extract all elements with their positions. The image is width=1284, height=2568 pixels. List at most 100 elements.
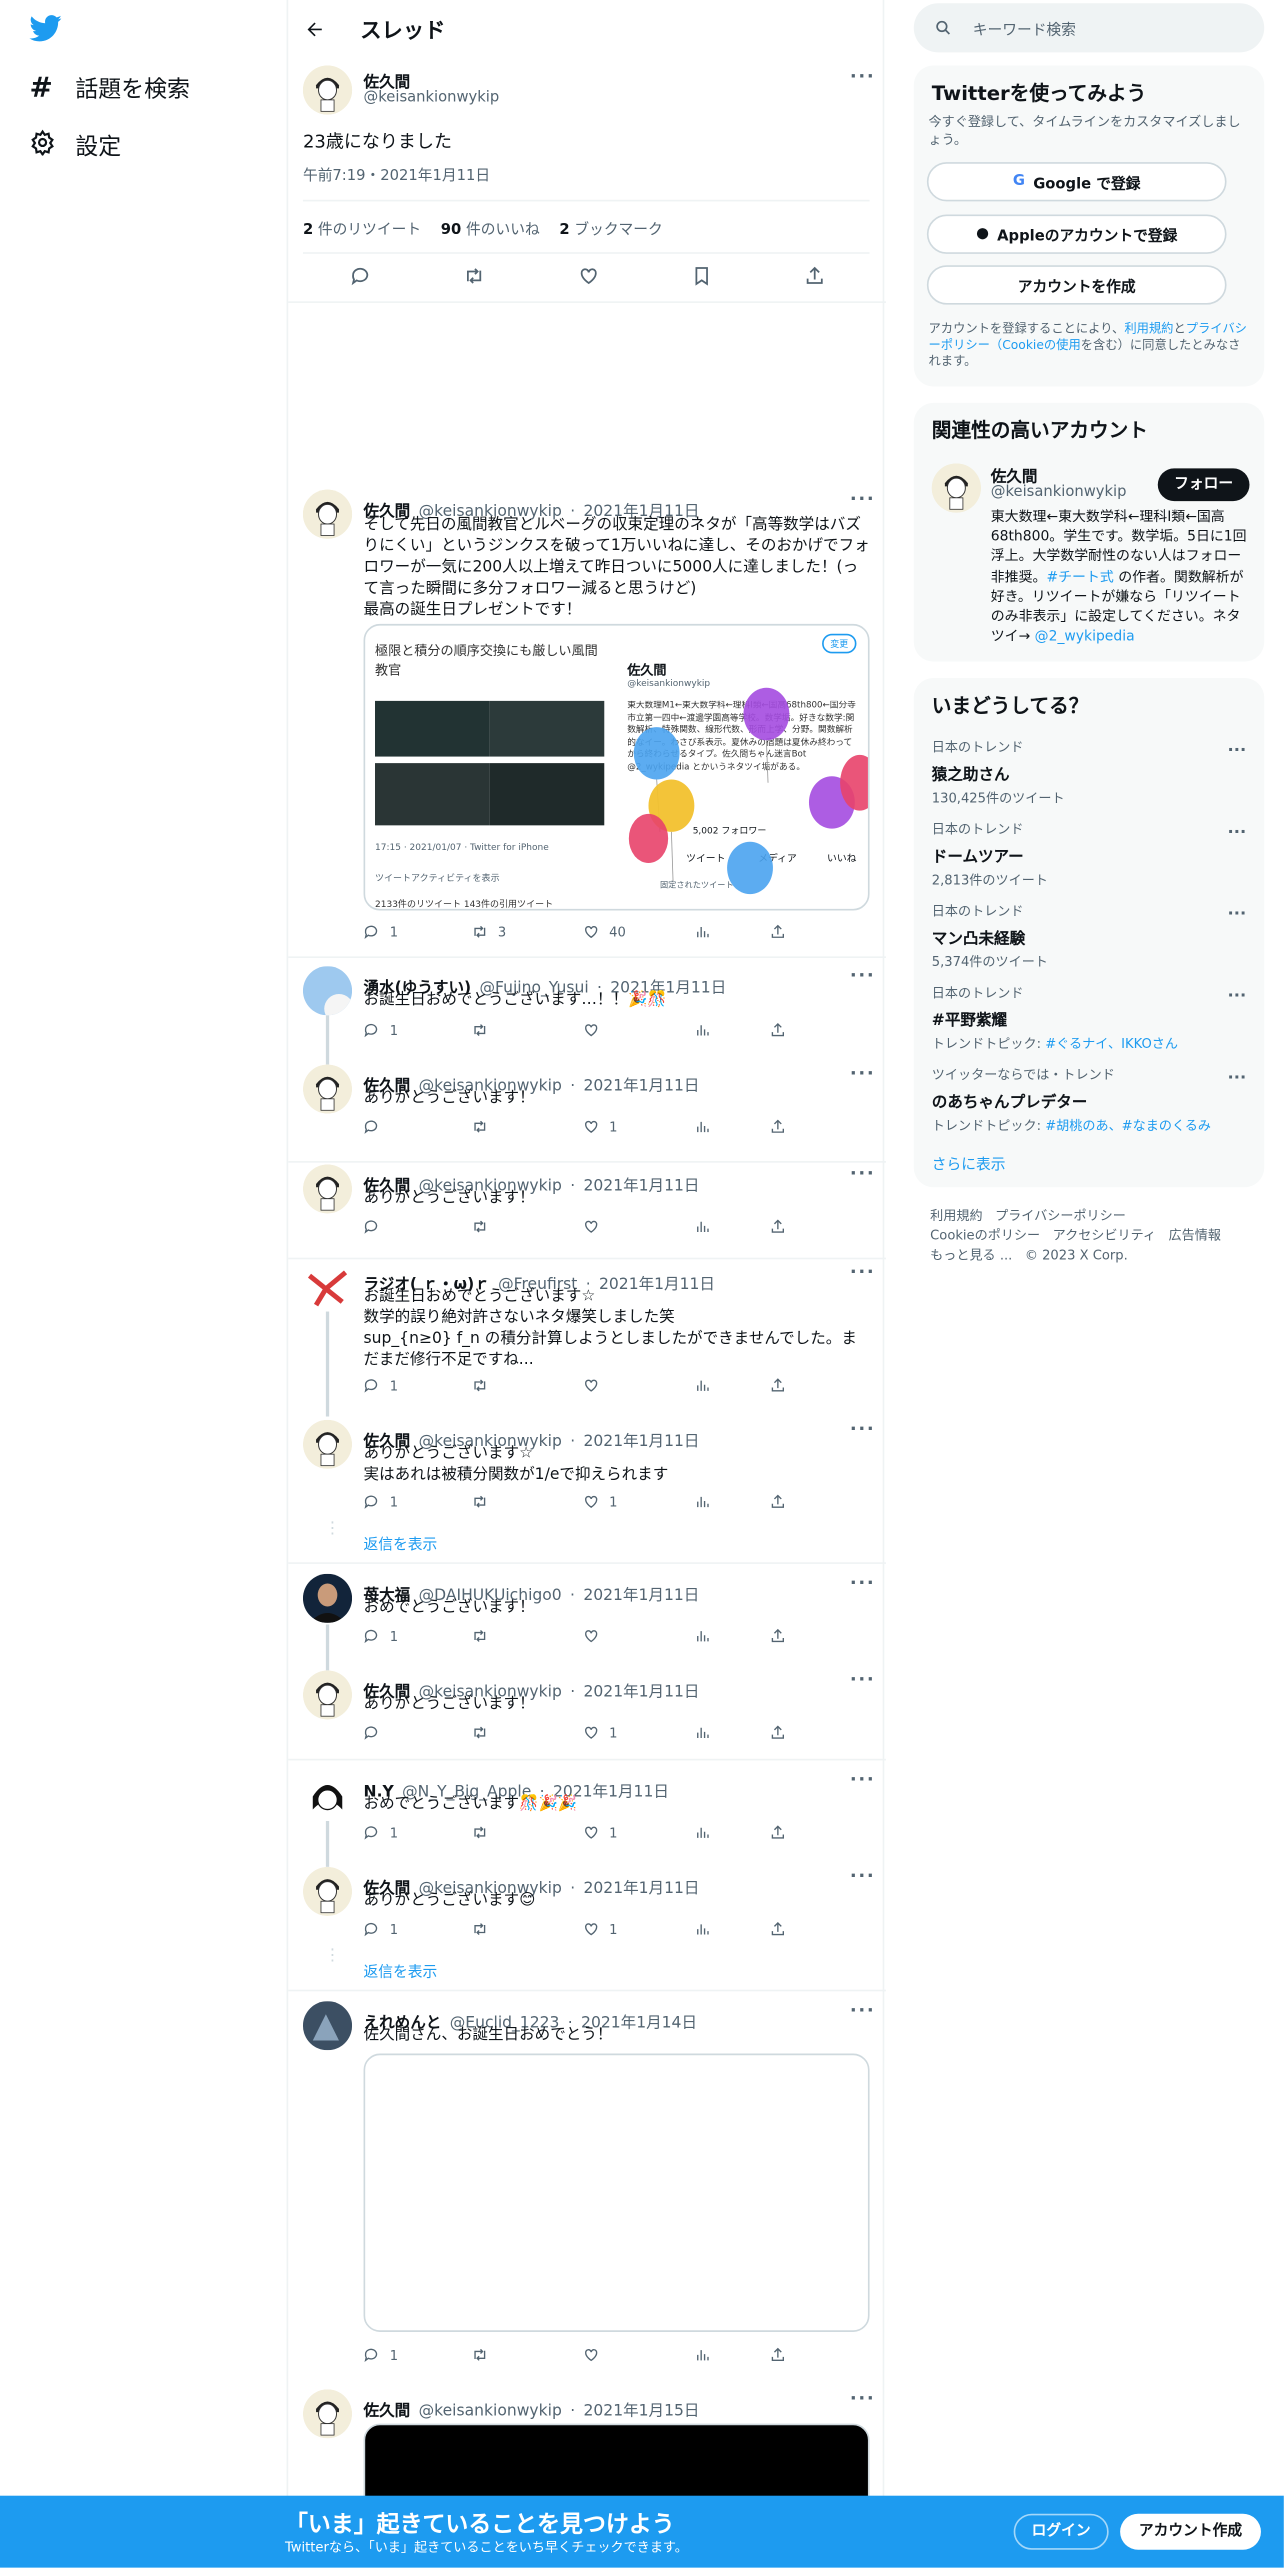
- reply-icon[interactable]: [364, 2347, 380, 2363]
- share-icon[interactable]: [770, 1022, 786, 1038]
- retweet-icon[interactable]: [472, 924, 488, 940]
- share-icon[interactable]: [770, 1628, 786, 1644]
- reply-icon[interactable]: [364, 1118, 380, 1134]
- share-icon[interactable]: [770, 1724, 786, 1740]
- more-icon[interactable]: ···: [850, 965, 875, 986]
- avatar[interactable]: [302, 65, 353, 115]
- views-icon[interactable]: [694, 1628, 710, 1644]
- more-icon[interactable]: ···: [1228, 906, 1247, 924]
- more-icon[interactable]: ···: [850, 2388, 875, 2409]
- footer-link[interactable]: アクセシビリティ: [1053, 1228, 1156, 1243]
- avatar[interactable]: [302, 1770, 353, 1820]
- avatar[interactable]: [302, 1573, 353, 1623]
- retweet-action[interactable]: [472, 1921, 498, 1937]
- avatar[interactable]: [302, 966, 353, 1016]
- share-action[interactable]: [770, 1921, 786, 1937]
- google-signup-button[interactable]: G Google で登録: [926, 162, 1227, 202]
- like-action[interactable]: [583, 2347, 609, 2363]
- views-action[interactable]: [694, 1724, 710, 1740]
- reply-action[interactable]: 1: [364, 1921, 398, 1937]
- like-action[interactable]: 1: [583, 1824, 618, 1840]
- share-icon[interactable]: [770, 2347, 786, 2363]
- retweet-action[interactable]: [472, 1628, 498, 1644]
- share-action[interactable]: [770, 1022, 786, 1038]
- share-icon[interactable]: [804, 265, 825, 286]
- like-icon[interactable]: [583, 924, 599, 940]
- share-action[interactable]: [770, 1118, 786, 1134]
- like-icon[interactable]: [577, 265, 598, 286]
- share-icon[interactable]: [770, 1118, 786, 1134]
- views-action[interactable]: [694, 1377, 710, 1393]
- views-icon[interactable]: [694, 2347, 710, 2363]
- avatar[interactable]: [302, 2389, 353, 2439]
- footer-link[interactable]: Cookieのポリシー: [930, 1228, 1040, 1243]
- reply-action[interactable]: 1: [364, 924, 398, 940]
- signup-button[interactable]: アカウント作成: [1120, 2513, 1261, 2550]
- avatar[interactable]: [931, 463, 981, 513]
- reply-icon[interactable]: [364, 924, 380, 940]
- search-input[interactable]: キーワード検索: [913, 3, 1265, 53]
- retweet-action[interactable]: [472, 1493, 498, 1509]
- reply-icon[interactable]: [364, 1921, 380, 1937]
- share-icon[interactable]: [770, 1493, 786, 1509]
- nav-explore[interactable]: # 話題を検索: [29, 72, 189, 105]
- show-replies-link[interactable]: 返信を表示: [364, 1960, 438, 1981]
- more-icon[interactable]: ···: [850, 1261, 875, 1282]
- like-action[interactable]: 1: [583, 1921, 618, 1937]
- trend-item[interactable]: 日本のトレンド 猿之助さん 130,425件のツイート ···: [932, 739, 1246, 808]
- more-icon[interactable]: ···: [1228, 742, 1247, 760]
- share-action[interactable]: [770, 1628, 786, 1644]
- footer-link[interactable]: プライバシーポリシー: [995, 1209, 1126, 1224]
- related-handle[interactable]: @keisankionwykip: [991, 485, 1127, 501]
- trend-item[interactable]: 日本のトレンド ドームツアー 2,813件のツイート ···: [932, 820, 1246, 889]
- back-arrow-icon[interactable]: [305, 15, 325, 46]
- views-icon[interactable]: [694, 1724, 710, 1740]
- hashtag-link[interactable]: #チート式: [1046, 569, 1113, 585]
- author-handle[interactable]: @keisankionwykip: [419, 2402, 562, 2420]
- footer-link[interactable]: 利用規約: [930, 1209, 982, 1224]
- views-icon[interactable]: [694, 1022, 710, 1038]
- retweet-action[interactable]: 3: [472, 924, 506, 940]
- twitter-logo-icon[interactable]: [29, 15, 62, 49]
- show-replies-link[interactable]: 返信を表示: [364, 1533, 438, 1554]
- more-icon[interactable]: ···: [850, 1163, 875, 1184]
- retweet-action[interactable]: [472, 1377, 498, 1393]
- retweet-action[interactable]: [472, 1824, 498, 1840]
- reply-icon[interactable]: [364, 1628, 380, 1644]
- views-icon[interactable]: [694, 1493, 710, 1509]
- trend-item[interactable]: 日本のトレンド #平野紫耀 トレンドトピック: #ぐるナイ、IKKOさん ···: [932, 984, 1246, 1053]
- reply-icon[interactable]: [364, 1724, 380, 1740]
- retweet-icon[interactable]: [472, 2347, 488, 2363]
- more-icon[interactable]: ···: [850, 1865, 875, 1886]
- views-action[interactable]: [694, 1628, 710, 1644]
- trend-item[interactable]: 日本のトレンド マン凸未経験 5,374件のツイート ···: [932, 902, 1246, 971]
- views-action[interactable]: [694, 924, 710, 940]
- like-action[interactable]: 1: [583, 1493, 618, 1509]
- more-icon[interactable]: ···: [850, 1572, 875, 1593]
- reply-action[interactable]: 1: [364, 1824, 398, 1840]
- follow-button[interactable]: フォロー: [1157, 468, 1250, 502]
- reply-icon[interactable]: [364, 1377, 380, 1393]
- views-action[interactable]: [694, 2347, 710, 2363]
- share-action[interactable]: [770, 1218, 786, 1234]
- like-icon[interactable]: [583, 1493, 599, 1509]
- author-name[interactable]: 佐久間: [364, 2402, 411, 2420]
- reply-action[interactable]: 1: [364, 1493, 398, 1509]
- share-action[interactable]: [770, 1824, 786, 1840]
- retweet-action[interactable]: [472, 1218, 498, 1234]
- share-action[interactable]: [770, 924, 786, 940]
- terms-link[interactable]: 利用規約: [1124, 321, 1173, 336]
- login-button[interactable]: ログイン: [1013, 2513, 1109, 2550]
- share-icon[interactable]: [770, 1218, 786, 1234]
- share-icon[interactable]: [770, 1377, 786, 1393]
- related-name[interactable]: 佐久間: [991, 463, 1038, 486]
- reply-icon[interactable]: [364, 1824, 380, 1840]
- like-stat[interactable]: 90 件のいいね: [441, 218, 540, 239]
- views-action[interactable]: [694, 1218, 710, 1234]
- like-action[interactable]: [583, 1377, 609, 1393]
- share-action[interactable]: [770, 1493, 786, 1509]
- views-action[interactable]: [694, 1824, 710, 1840]
- avatar[interactable]: [302, 489, 353, 539]
- views-icon[interactable]: [694, 1377, 710, 1393]
- retweet-action[interactable]: [472, 1118, 498, 1134]
